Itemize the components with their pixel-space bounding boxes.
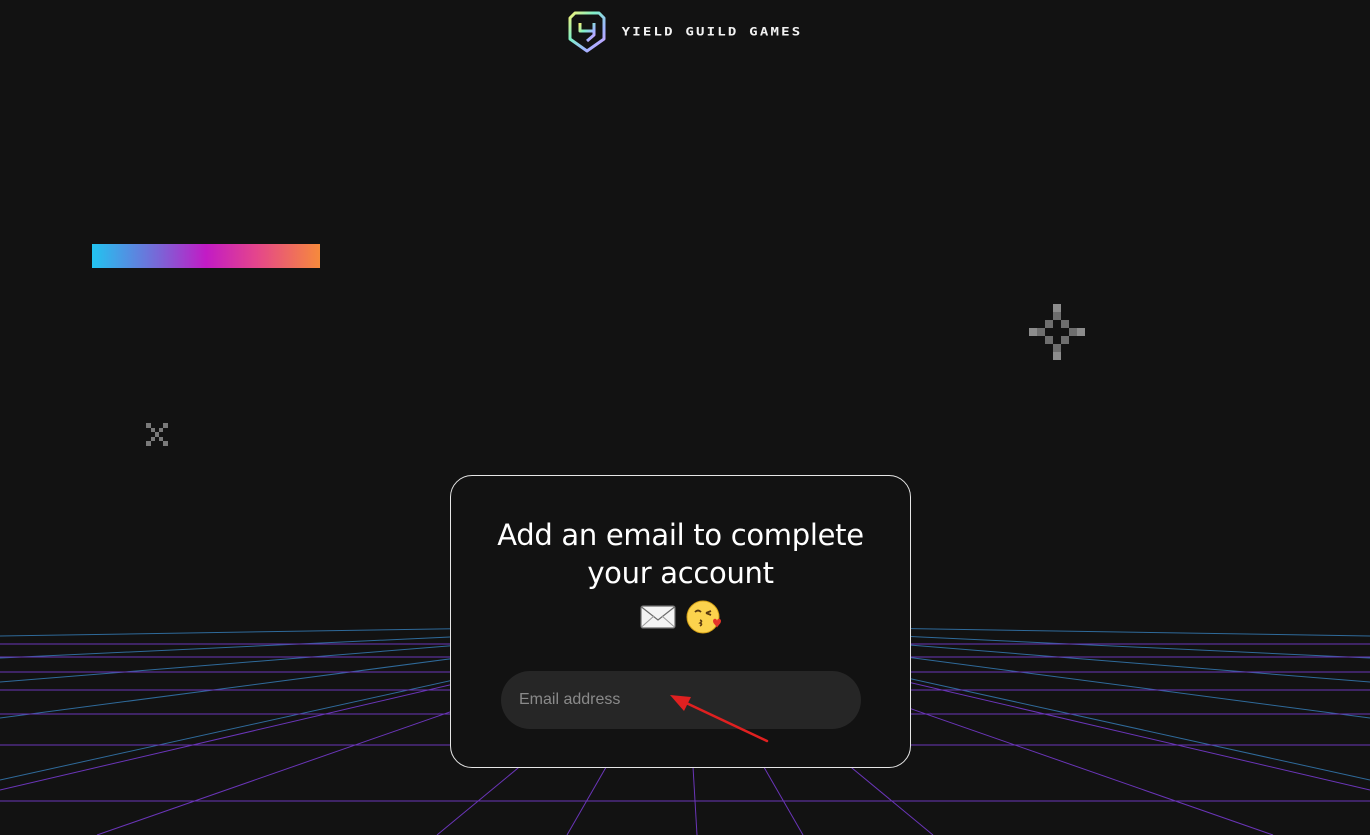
pixel-x-icon <box>146 423 168 446</box>
gradient-bar-decoration <box>92 244 320 268</box>
envelope-emoji-icon <box>639 605 676 629</box>
email-input[interactable] <box>501 671 861 729</box>
ygg-shield-logo-icon <box>568 11 606 53</box>
brand-name: YIELD GUILD GAMES <box>621 25 803 39</box>
home-logo-link[interactable]: YIELD GUILD GAMES <box>568 11 803 53</box>
header: YIELD GUILD GAMES <box>0 10 1370 54</box>
pixel-crosshair-icon <box>1029 304 1085 360</box>
add-email-card: Add an email to complete your account <box>450 475 911 768</box>
card-title: Add an email to complete your account <box>471 516 890 592</box>
emoji-row <box>451 600 910 634</box>
card-title-line-2: your account <box>587 556 774 590</box>
page: YIELD GUILD GAMES Add an email to comple… <box>0 0 1370 835</box>
card-title-line-1: Add an email to complete <box>497 518 864 552</box>
face-blowing-kiss-emoji-icon <box>686 600 721 634</box>
